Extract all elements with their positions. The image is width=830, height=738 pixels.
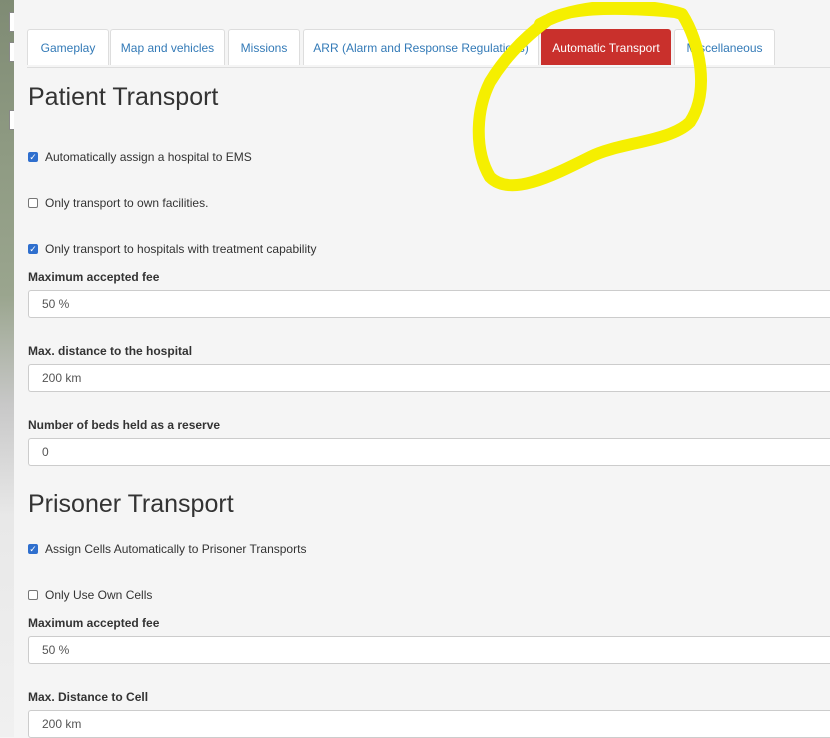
patient-transport-heading: Patient Transport xyxy=(28,83,219,111)
prisoner-max-fee-select[interactable]: 50 % xyxy=(28,636,830,664)
settings-panel: Gameplay Map and vehicles Missions ARR (… xyxy=(14,7,830,738)
treatment-capability-checkbox[interactable]: ✓ xyxy=(28,244,38,254)
auto-assign-cells-checkbox[interactable]: ✓ xyxy=(28,544,38,554)
cell-distance-select[interactable]: 200 km xyxy=(28,710,830,738)
reserve-beds-input[interactable]: 0 xyxy=(28,438,830,466)
treatment-capability-label: Only transport to hospitals with treatme… xyxy=(45,242,317,256)
hospital-distance-label: Max. distance to the hospital xyxy=(28,344,193,358)
settings-tabs: Gameplay Map and vehicles Missions ARR (… xyxy=(27,29,830,68)
tab-arr[interactable]: ARR (Alarm and Response Regulations) xyxy=(303,29,539,65)
tab-gameplay[interactable]: Gameplay xyxy=(27,29,109,65)
auto-assign-hospital-checkbox[interactable]: ✓ xyxy=(28,152,38,162)
own-cells-row[interactable]: Only Use Own Cells xyxy=(28,588,152,602)
auto-assign-cells-label: Assign Cells Automatically to Prisoner T… xyxy=(45,542,307,556)
prisoner-transport-heading: Prisoner Transport xyxy=(28,490,234,518)
prisoner-max-fee-label: Maximum accepted fee xyxy=(28,616,160,630)
tab-missions[interactable]: Missions xyxy=(228,29,300,65)
tab-miscellaneous[interactable]: Miscellaneous xyxy=(674,29,775,65)
auto-assign-hospital-row[interactable]: ✓ Automatically assign a hospital to EMS xyxy=(28,150,252,164)
patient-max-fee-label: Maximum accepted fee xyxy=(28,270,160,284)
reserve-beds-label: Number of beds held as a reserve xyxy=(28,418,221,432)
cell-distance-label: Max. Distance to Cell xyxy=(28,690,149,704)
hospital-distance-select[interactable]: 200 km xyxy=(28,364,830,392)
own-cells-checkbox[interactable] xyxy=(28,590,38,600)
tab-map-and-vehicles[interactable]: Map and vehicles xyxy=(110,29,225,65)
own-facilities-row[interactable]: Only transport to own facilities. xyxy=(28,196,208,210)
tab-automatic-transport[interactable]: Automatic Transport xyxy=(541,29,671,65)
auto-assign-hospital-label: Automatically assign a hospital to EMS xyxy=(45,150,252,164)
treatment-capability-row[interactable]: ✓ Only transport to hospitals with treat… xyxy=(28,242,316,256)
auto-assign-cells-row[interactable]: ✓ Assign Cells Automatically to Prisoner… xyxy=(28,542,306,556)
own-cells-label: Only Use Own Cells xyxy=(45,588,153,602)
own-facilities-checkbox[interactable] xyxy=(28,198,38,208)
own-facilities-label: Only transport to own facilities. xyxy=(45,196,209,210)
background-map-strip xyxy=(0,0,15,737)
patient-max-fee-select[interactable]: 50 % xyxy=(28,290,830,318)
